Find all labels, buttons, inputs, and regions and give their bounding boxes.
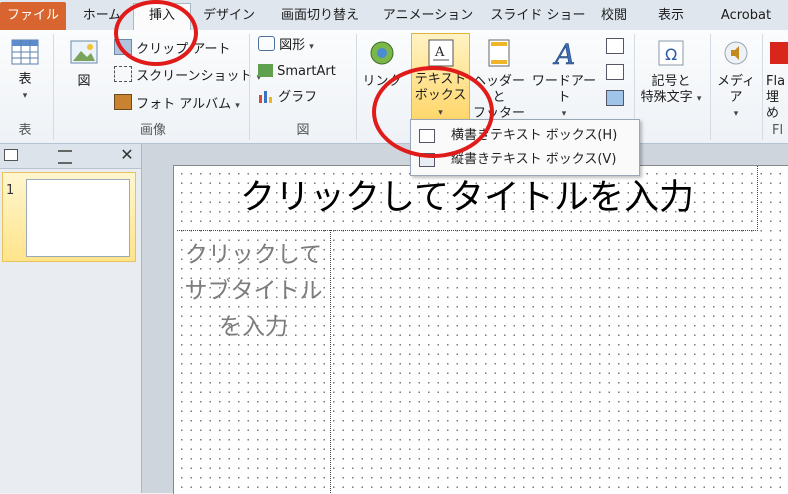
screenshot-label: スクリーンショット [136, 69, 253, 84]
group-label-illustrations: 図 [296, 123, 310, 138]
chevron-down-icon: ▾ [235, 101, 240, 111]
tab-view[interactable]: 表示 [650, 4, 692, 28]
chart-icon [259, 91, 272, 103]
annotation-circle-textbox [372, 66, 494, 158]
svg-text:A: A [434, 45, 445, 60]
slides-tab-icon[interactable] [4, 149, 18, 161]
tab-review[interactable]: 校閲 [594, 4, 634, 28]
pane-tabs: ✕ [0, 144, 141, 169]
symbols-label-line1: 記号と [651, 74, 691, 89]
group-label-flash: Fl [772, 123, 784, 138]
wordart-icon: A [552, 38, 576, 68]
wordart-button[interactable]: A ワードアート ▾ [528, 38, 600, 119]
svg-text:A: A [552, 38, 575, 68]
smartart-button[interactable]: SmartArt [258, 63, 336, 81]
group-divider [710, 34, 711, 140]
tab-slideshow[interactable]: スライド ショー [486, 4, 590, 28]
group-divider [356, 34, 357, 140]
textbox-icon: A [428, 39, 453, 67]
flash-label-line2: 埋め [766, 90, 780, 118]
close-icon[interactable]: ✕ [118, 145, 136, 165]
tab-transitions[interactable]: 画面切り替え [272, 4, 368, 28]
vertical-textbox-label: 縦書きテキスト ボックス(V) [451, 152, 617, 167]
media-button[interactable]: メディア ▾ [712, 38, 760, 119]
slide-number-icon[interactable] [606, 64, 624, 80]
photo-album-icon [114, 94, 132, 110]
chevron-down-icon: ▾ [696, 94, 702, 104]
flash-icon [770, 42, 788, 64]
symbols-label-line2: 特殊文字 [640, 90, 693, 105]
outline-tab-icon[interactable] [58, 150, 72, 164]
group-label-images: 画像 [139, 123, 166, 138]
date-time-icon[interactable] [606, 38, 624, 54]
tab-animations[interactable]: アニメーション [380, 4, 476, 28]
smartart-icon [258, 64, 273, 77]
shapes-icon [258, 36, 275, 51]
tab-file[interactable]: ファイル [0, 2, 66, 30]
picture-icon [70, 40, 98, 64]
chevron-down-icon: ▾ [309, 42, 314, 52]
smartart-label: SmartArt [277, 64, 336, 79]
picture-button[interactable]: 図 [62, 38, 106, 118]
object-icon[interactable] [606, 90, 624, 106]
chart-button[interactable]: グラフ [258, 89, 317, 107]
shapes-label: 図形 [279, 38, 306, 53]
chart-label: グラフ [278, 90, 318, 105]
link-icon [370, 41, 394, 65]
group-label-table: 表 [18, 123, 32, 138]
table-label: 表 [18, 72, 32, 87]
media-speaker-icon [724, 41, 748, 65]
group-divider [762, 34, 763, 140]
chevron-down-icon: ▾ [22, 91, 28, 101]
media-label: メディア [716, 74, 756, 105]
svg-text:Ω: Ω [665, 45, 677, 64]
tab-acrobat[interactable]: Acrobat [708, 4, 784, 28]
slide-number: 1 [6, 183, 15, 198]
wordart-label: ワードアート [531, 74, 597, 105]
slide-thumbnail[interactable] [26, 179, 130, 257]
photoalbum-label: フォト アルバム [136, 97, 232, 112]
group-divider [53, 34, 54, 140]
photoalbum-button[interactable]: フォト アルバム ▾ [114, 94, 240, 115]
tab-design[interactable]: デザイン [197, 4, 261, 28]
chevron-down-icon: ▾ [733, 109, 739, 119]
group-divider [249, 34, 250, 140]
symbols-button[interactable]: Ω 記号と 特殊文字 ▾ [636, 38, 706, 118]
shapes-button[interactable]: 図形 ▾ [258, 36, 314, 56]
flash-embed-button[interactable]: Fla 埋め [766, 38, 788, 118]
screenshot-icon [114, 66, 132, 82]
flash-label-line1: Fla [766, 74, 786, 89]
title-placeholder[interactable]: クリックしてタイトルを入力 [177, 173, 757, 223]
subtitle-placeholder[interactable]: クリックしてサブタイトルを入力 [177, 237, 330, 345]
table-icon [11, 39, 39, 65]
header-footer-icon [488, 39, 510, 67]
screenshot-button[interactable]: スクリーンショット ▾ [114, 66, 261, 87]
table-button[interactable]: 表 ▾ [4, 38, 46, 118]
picture-label: 図 [77, 74, 91, 89]
annotation-circle-insert-tab [114, 0, 198, 66]
omega-symbol-icon: Ω [658, 40, 684, 66]
